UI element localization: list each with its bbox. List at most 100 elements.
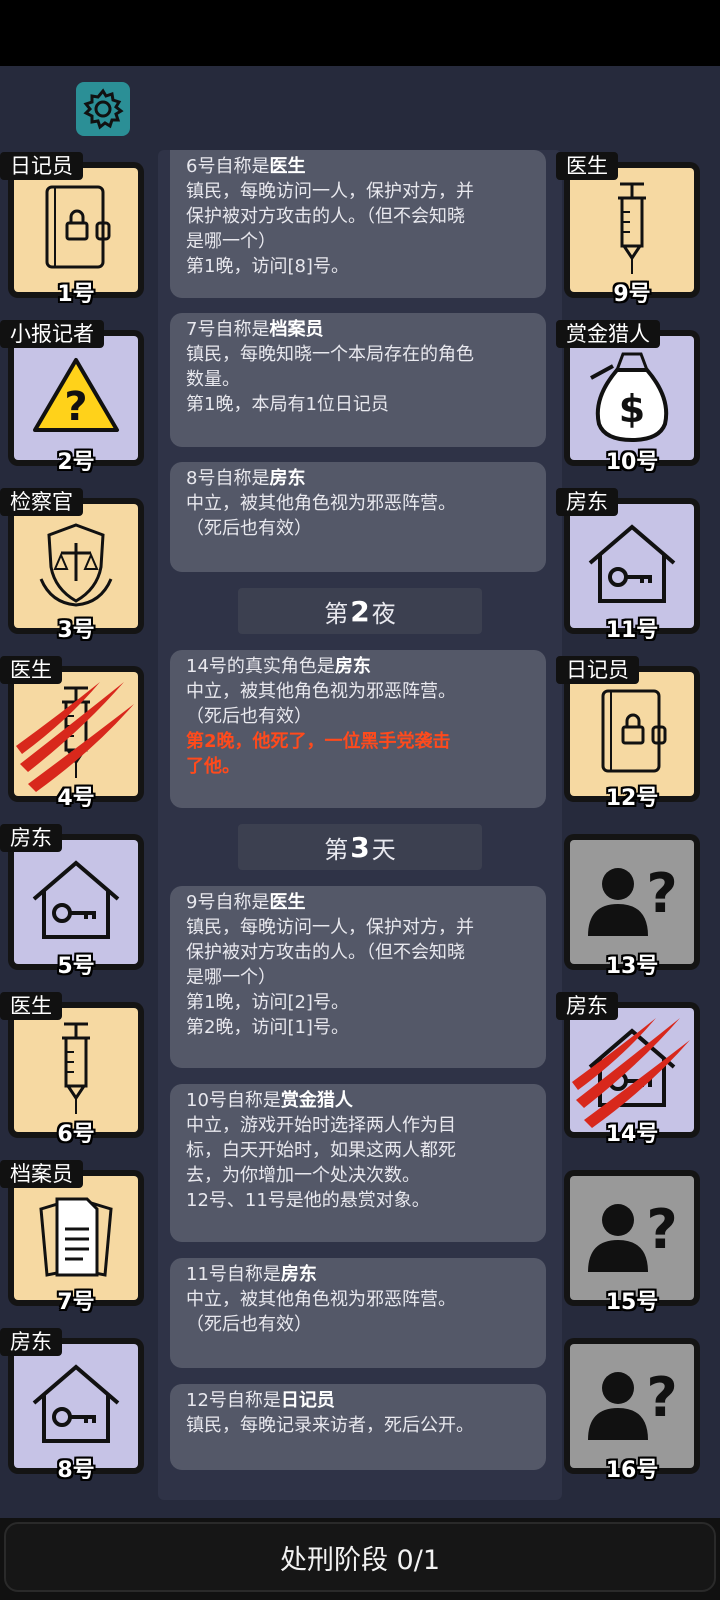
phase-number: 3 bbox=[350, 830, 370, 864]
player-card-left-5[interactable]: 房东 5号 bbox=[0, 824, 144, 979]
player-number: 11号 bbox=[605, 618, 659, 643]
syringe-icon bbox=[612, 178, 652, 282]
player-number: 9号 bbox=[613, 282, 651, 307]
syringe-icon bbox=[56, 1018, 96, 1122]
player-portrait bbox=[570, 672, 694, 796]
player-portrait bbox=[14, 504, 138, 628]
settings-button[interactable] bbox=[76, 82, 130, 136]
message-line: 中立，游戏开始时选择两人作为目 bbox=[186, 1115, 456, 1136]
claw-marks-icon bbox=[572, 1018, 690, 1128]
claimed-role: 档案员 bbox=[269, 319, 324, 340]
player-portrait: ? bbox=[570, 840, 694, 964]
player-card-left-7[interactable]: 档案员 7号 bbox=[0, 1160, 144, 1315]
role-label: 档案员 bbox=[0, 1160, 83, 1188]
game-log[interactable]: 6号自称是医生 镇民，每晚访问一人，保护对方，并 保护被对方攻击的人。（但不会知晓是… bbox=[158, 150, 562, 1500]
claw-marks-icon bbox=[16, 682, 134, 792]
log-message: 6号自称是医生 镇民，每晚访问一人，保护对方，并 保护被对方攻击的人。（但不会知晓是… bbox=[170, 150, 546, 298]
player-card-right-6[interactable]: 房东 14号 bbox=[556, 992, 700, 1147]
role-label: 房东 bbox=[0, 824, 62, 852]
player-portrait bbox=[14, 840, 138, 964]
svg-text:?: ? bbox=[64, 384, 87, 430]
phase-banner: 第3天 bbox=[238, 824, 482, 870]
player-number: 13号 bbox=[605, 954, 659, 979]
message-line: 保护被对方攻击的人。（但不会知晓 bbox=[186, 942, 465, 963]
phase-banner: 第2夜 bbox=[238, 588, 482, 634]
message-line: 第1晚，访问[2]号。 bbox=[186, 992, 349, 1013]
message-line: 镇民，每晚记录来访者，死后公开。 bbox=[186, 1415, 474, 1436]
player-portrait bbox=[14, 168, 138, 292]
player-number: 7号 bbox=[57, 1290, 95, 1315]
message-line: （死后也有效） bbox=[186, 1314, 312, 1335]
message-line: 镇民，每晚访问一人，保护对方，并 bbox=[186, 917, 474, 938]
claim-header: 10号自称是赏金猎人 bbox=[186, 1090, 353, 1111]
player-portrait bbox=[14, 1008, 138, 1132]
claim-header: 11号自称是房东 bbox=[186, 1264, 317, 1285]
documents-icon bbox=[31, 1191, 121, 1285]
message-line: 镇民，每晚访问一人，保护对方，并 bbox=[186, 181, 474, 202]
role-label: 房东 bbox=[0, 1328, 62, 1356]
role-label: 医生 bbox=[556, 152, 618, 180]
log-message: 8号自称是房东 中立，被其他角色视为邪恶阵营。 （死后也有效） bbox=[170, 462, 546, 572]
diary-icon bbox=[41, 183, 111, 277]
message-line: （死后也有效） bbox=[186, 518, 312, 539]
role-label: 小报记者 bbox=[0, 320, 104, 348]
player-portrait bbox=[14, 1344, 138, 1468]
role-label: 医生 bbox=[0, 656, 62, 684]
player-card-right-4[interactable]: 日记员 12号 bbox=[556, 656, 700, 811]
player-card-right-5[interactable]: ? 13号 bbox=[564, 834, 700, 979]
player-card-right-8[interactable]: ? 16号 bbox=[564, 1338, 700, 1483]
claimed-role: 医生 bbox=[269, 156, 306, 177]
claim-header: 7号自称是档案员 bbox=[186, 319, 324, 340]
player-portrait bbox=[14, 1176, 138, 1300]
player-card-left-4[interactable]: 医生 4号 bbox=[0, 656, 144, 811]
phase-number: 2 bbox=[350, 594, 370, 628]
message-line: 镇民，每晚知晓一个本局存在的角色 bbox=[186, 344, 474, 365]
player-number: 4号 bbox=[57, 786, 95, 811]
player-number: 3号 bbox=[57, 618, 95, 643]
phase-suffix: 天 bbox=[371, 835, 396, 864]
player-card-right-3[interactable]: 房东 11号 bbox=[556, 488, 700, 643]
player-card-left-2[interactable]: ? 小报记者 2号 bbox=[0, 320, 144, 475]
player-number: 10号 bbox=[605, 450, 659, 475]
player-card-left-8[interactable]: 房东 8号 bbox=[0, 1328, 144, 1483]
message-line: 中立，被其他角色视为邪恶阵营。 bbox=[186, 681, 456, 702]
player-portrait: $ bbox=[570, 336, 694, 460]
role-label: 检察官 bbox=[0, 488, 83, 516]
claimed-role: 日记员 bbox=[280, 1390, 335, 1411]
claimed-role: 房东 bbox=[280, 1264, 317, 1285]
player-number: 12号 bbox=[605, 786, 659, 811]
player-card-right-2[interactable]: $ 赏金猎人 10号 bbox=[556, 320, 700, 475]
role-label: 日记员 bbox=[0, 152, 83, 180]
player-number: 2号 bbox=[57, 450, 95, 475]
role-label: 赏金猎人 bbox=[556, 320, 660, 348]
execution-phase-button[interactable]: 处刑阶段 0/1 bbox=[4, 1522, 716, 1592]
bottom-bar: 处刑阶段 0/1 bbox=[0, 1518, 720, 1600]
player-card-left-3[interactable]: 检察官 3号 bbox=[0, 488, 144, 643]
house-key-icon bbox=[28, 857, 124, 947]
claimed-role: 房东 bbox=[334, 656, 371, 677]
message-line: 去，为你增加一个处决次数。 bbox=[186, 1165, 420, 1186]
message-line: 保护被对方攻击的人。（但不会知晓 bbox=[186, 206, 465, 227]
player-card-right-1[interactable]: 医生 9号 bbox=[556, 152, 700, 307]
player-number: 15号 bbox=[605, 1290, 659, 1315]
message-line: 数量。 bbox=[186, 369, 240, 390]
death-notice: 第2晚，他死了，一位黑手党袭击 bbox=[186, 731, 451, 752]
svg-text:?: ? bbox=[646, 1198, 677, 1261]
player-number: 5号 bbox=[57, 954, 95, 979]
player-card-right-7[interactable]: ? 15号 bbox=[564, 1170, 700, 1315]
role-label: 医生 bbox=[0, 992, 62, 1020]
message-line: 第1晚，访问[8]号。 bbox=[186, 256, 349, 277]
player-card-left-6[interactable]: 医生 6号 bbox=[0, 992, 144, 1147]
log-message: 14号的真实角色是房东 中立，被其他角色视为邪恶阵营。 （死后也有效） 第2晚，他死了… bbox=[170, 650, 546, 808]
unknown-person-icon: ? bbox=[582, 860, 682, 944]
claim-header: 14号的真实角色是房东 bbox=[186, 656, 371, 677]
claimed-role: 赏金猎人 bbox=[280, 1090, 353, 1111]
player-number: 6号 bbox=[57, 1122, 95, 1147]
message-line: 12号、11号是他的悬赏对象。 bbox=[186, 1190, 430, 1211]
message-line: 中立，被其他角色视为邪恶阵营。 bbox=[186, 1289, 456, 1310]
prosecutor-badge-icon bbox=[31, 519, 121, 613]
phase-prefix: 第 bbox=[324, 835, 349, 864]
player-portrait bbox=[570, 168, 694, 292]
claim-header: 12号自称是日记员 bbox=[186, 1390, 335, 1411]
player-card-left-1[interactable]: 日记员 1号 bbox=[0, 152, 144, 307]
